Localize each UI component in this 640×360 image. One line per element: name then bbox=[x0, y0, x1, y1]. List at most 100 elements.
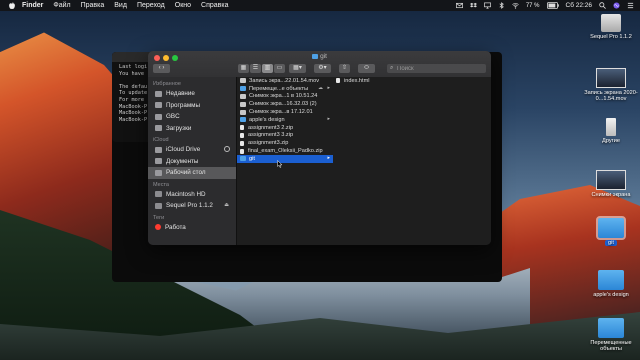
folder-icon bbox=[240, 86, 246, 92]
column-desktop[interactable]: Запись экра...22.01.54.mov Перемеще...е … bbox=[236, 77, 334, 245]
sidebar-item-label: Документы bbox=[166, 157, 199, 165]
cloud-icon: ☁ bbox=[318, 84, 323, 91]
dropbox-icon[interactable] bbox=[469, 2, 477, 9]
terminal-line: You have bbox=[119, 70, 144, 77]
siri-icon[interactable] bbox=[613, 2, 620, 9]
sidebar-header-icloud: iCloud bbox=[153, 137, 169, 143]
folder-icon bbox=[596, 216, 626, 240]
apple-icon[interactable] bbox=[8, 1, 16, 10]
desktop-icon-sequel-pro[interactable]: Sequel Pro 1.1.2 bbox=[581, 14, 640, 40]
desktop-icon-screen-recording[interactable]: Запись экрана 2020-0...1.54.mov bbox=[581, 68, 640, 102]
file-name: apple's design bbox=[249, 116, 285, 123]
sidebar-item-desktop[interactable]: Рабочий стол bbox=[148, 167, 236, 179]
view-columns-button[interactable]: ▥ bbox=[262, 64, 273, 73]
sidebar-item-applications[interactable]: Программы bbox=[148, 100, 236, 112]
file-name: assignment3 2.zip bbox=[248, 124, 294, 131]
eject-icon[interactable]: ⏏ bbox=[224, 200, 229, 212]
sidebar-item-label: Недавние bbox=[166, 90, 195, 98]
sidebar-item-label: Sequel Pro 1.1.2 bbox=[166, 202, 213, 210]
file-name: assignment3.zip bbox=[248, 140, 289, 147]
mail-icon[interactable] bbox=[455, 2, 463, 9]
battery-icon[interactable] bbox=[546, 2, 559, 9]
desktop-icon-git[interactable]: git bbox=[581, 216, 640, 246]
menu-file[interactable]: Файл bbox=[53, 2, 70, 9]
folder-icon bbox=[598, 318, 624, 338]
tags-button[interactable]: ⬭ bbox=[358, 64, 375, 73]
sidebar-item-label: GBC bbox=[166, 113, 180, 121]
list-item[interactable]: Снимок экра...в 17.12.01 bbox=[237, 108, 333, 116]
view-list-button[interactable]: ☰ bbox=[250, 64, 261, 73]
usb-drive-icon bbox=[606, 118, 616, 136]
zip-file-icon bbox=[240, 125, 244, 131]
movie-file-icon bbox=[240, 78, 246, 84]
share-button[interactable]: ⇧ bbox=[339, 64, 350, 73]
list-item[interactable]: index.html bbox=[333, 77, 491, 85]
list-item[interactable]: final_exam_Oleksii_Padko.zip bbox=[237, 147, 333, 155]
desktop-icon-screenshots[interactable]: Снимки экрана bbox=[581, 170, 640, 198]
menu-window[interactable]: Окно bbox=[175, 2, 191, 9]
spotlight-icon[interactable] bbox=[599, 2, 606, 9]
desktop-icon-other[interactable]: Другие bbox=[581, 118, 640, 144]
terminal-line: MacBook-P bbox=[119, 110, 148, 117]
applications-icon bbox=[155, 102, 162, 109]
columns-icon: ▥ bbox=[264, 65, 271, 71]
list-item[interactable]: Снимок экра...1 в 10.51.24 bbox=[237, 93, 333, 101]
sidebar-item-icloud-drive[interactable]: iCloud Drive bbox=[148, 144, 236, 156]
menu-view[interactable]: Вид bbox=[114, 2, 127, 9]
zip-file-icon bbox=[240, 140, 244, 146]
sync-progress-icon bbox=[224, 146, 230, 152]
view-icons-button[interactable]: ▦ bbox=[238, 64, 249, 73]
desktop-icon-label: git bbox=[605, 240, 617, 246]
bluetooth-icon[interactable] bbox=[498, 2, 505, 9]
airplay-icon[interactable] bbox=[483, 2, 491, 9]
action-button[interactable]: ⚙▾ bbox=[314, 64, 331, 73]
list-item[interactable]: Снимок экра...16.32.03 (2) bbox=[237, 100, 333, 108]
terminal-line: MacBook-P bbox=[119, 103, 148, 110]
list-item[interactable]: assignment3.zip bbox=[237, 139, 333, 147]
image-file-icon bbox=[240, 93, 246, 99]
group-icon: ▦▾ bbox=[293, 65, 302, 71]
menubar-clock[interactable]: Сб 22:26 bbox=[566, 2, 593, 9]
search-input[interactable] bbox=[397, 64, 483, 73]
disclosure-arrow-icon: ▸ bbox=[327, 115, 330, 122]
search-field[interactable]: ⌕ bbox=[387, 64, 486, 73]
sidebar-item-sequel-pro[interactable]: Sequel Pro 1.1.2 ⏏ bbox=[148, 200, 236, 212]
list-item[interactable]: apple's design ▸ bbox=[237, 116, 333, 124]
list-item[interactable]: assignment3 2.zip bbox=[237, 124, 333, 132]
menu-finder[interactable]: Finder bbox=[22, 2, 43, 9]
group-button[interactable]: ▦▾ bbox=[289, 64, 306, 73]
disclosure-arrow-icon: ▸ bbox=[327, 154, 330, 161]
column-git[interactable]: index.html bbox=[333, 77, 491, 245]
desktop-icon-apples-design[interactable]: apple's design bbox=[581, 270, 640, 298]
list-item[interactable]: Запись экра...22.01.54.mov bbox=[237, 77, 333, 85]
folder-icon bbox=[155, 113, 162, 120]
sidebar-item-recents[interactable]: Недавние bbox=[148, 88, 236, 100]
sidebar-item-downloads[interactable]: Загрузки bbox=[148, 123, 236, 135]
sidebar-item-documents[interactable]: Документы bbox=[148, 156, 236, 168]
sidebar-item-gbc[interactable]: GBC bbox=[148, 111, 236, 123]
notification-center-icon[interactable] bbox=[627, 2, 634, 9]
list-item[interactable]: assignment3 3.zip bbox=[237, 132, 333, 140]
list-item[interactable]: Перемеще...е объекты ☁ ▸ bbox=[237, 85, 333, 93]
view-gallery-button[interactable]: ▭ bbox=[274, 64, 285, 73]
folder-icon bbox=[240, 156, 246, 162]
finder-window[interactable]: git ‹ › ▦ ☰ ▥ ▭ ▦▾ ⚙▾ ⇧ ⬭ ⌕ Избранное Не… bbox=[148, 51, 491, 245]
document-icon bbox=[155, 158, 162, 165]
battery-percent[interactable]: 77 % bbox=[526, 3, 540, 9]
sidebar-item-label: Рабочий стол bbox=[166, 169, 206, 177]
sidebar-item-tag-work[interactable]: Работа bbox=[148, 222, 236, 234]
file-name: Снимок экра...16.32.03 (2) bbox=[249, 101, 317, 108]
wifi-icon[interactable] bbox=[512, 2, 519, 9]
menu-help[interactable]: Справка bbox=[201, 2, 228, 9]
file-name: index.html bbox=[344, 77, 370, 84]
sidebar-item-macintosh-hd[interactable]: Macintosh HD bbox=[148, 189, 236, 201]
menu-go[interactable]: Переход bbox=[137, 2, 165, 9]
desktop-icon-label: Другие bbox=[602, 138, 620, 144]
menu-edit[interactable]: Правка bbox=[81, 2, 105, 9]
image-file-icon bbox=[240, 109, 246, 115]
back-forward-button[interactable]: ‹ › bbox=[153, 64, 170, 73]
desktop-icon-moved-items[interactable]: Перемещенные объекты bbox=[581, 318, 640, 352]
terminal-line: The defau bbox=[119, 83, 148, 90]
finder-titlebar[interactable]: git ‹ › ▦ ☰ ▥ ▭ ▦▾ ⚙▾ ⇧ ⬭ ⌕ bbox=[148, 51, 491, 78]
list-item-selected[interactable]: git ▸ bbox=[237, 154, 333, 163]
